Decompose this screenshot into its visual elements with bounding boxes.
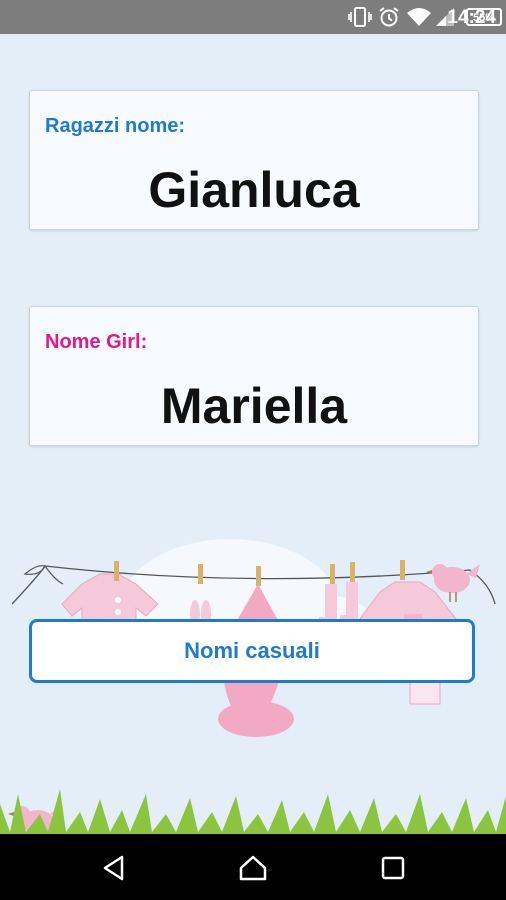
girl-name-label: Nome Girl: (45, 331, 148, 353)
grass-strip (0, 789, 506, 834)
status-time: 14:24 (447, 7, 496, 28)
home-icon[interactable] (237, 852, 269, 884)
recents-icon[interactable] (377, 852, 409, 884)
back-icon[interactable] (98, 852, 130, 884)
boy-name-value: Gianluca (148, 162, 360, 218)
random-names-button[interactable]: Nomi casuali (29, 619, 475, 683)
boy-name-card: Ragazzi nome: Gianluca (29, 90, 479, 230)
navigation-bar (0, 834, 506, 900)
alarm-icon (379, 7, 399, 27)
status-bar: 55% 14:24 (0, 0, 506, 34)
wifi-icon (407, 8, 431, 26)
main-content: Ragazzi nome: Gianluca Nome Girl: Mariel… (0, 34, 506, 834)
vibrate-icon (348, 7, 372, 27)
girl-name-card: Nome Girl: Mariella (29, 306, 479, 446)
boy-name-label: Ragazzi nome: (45, 115, 186, 137)
girl-name-value: Mariella (160, 378, 348, 434)
